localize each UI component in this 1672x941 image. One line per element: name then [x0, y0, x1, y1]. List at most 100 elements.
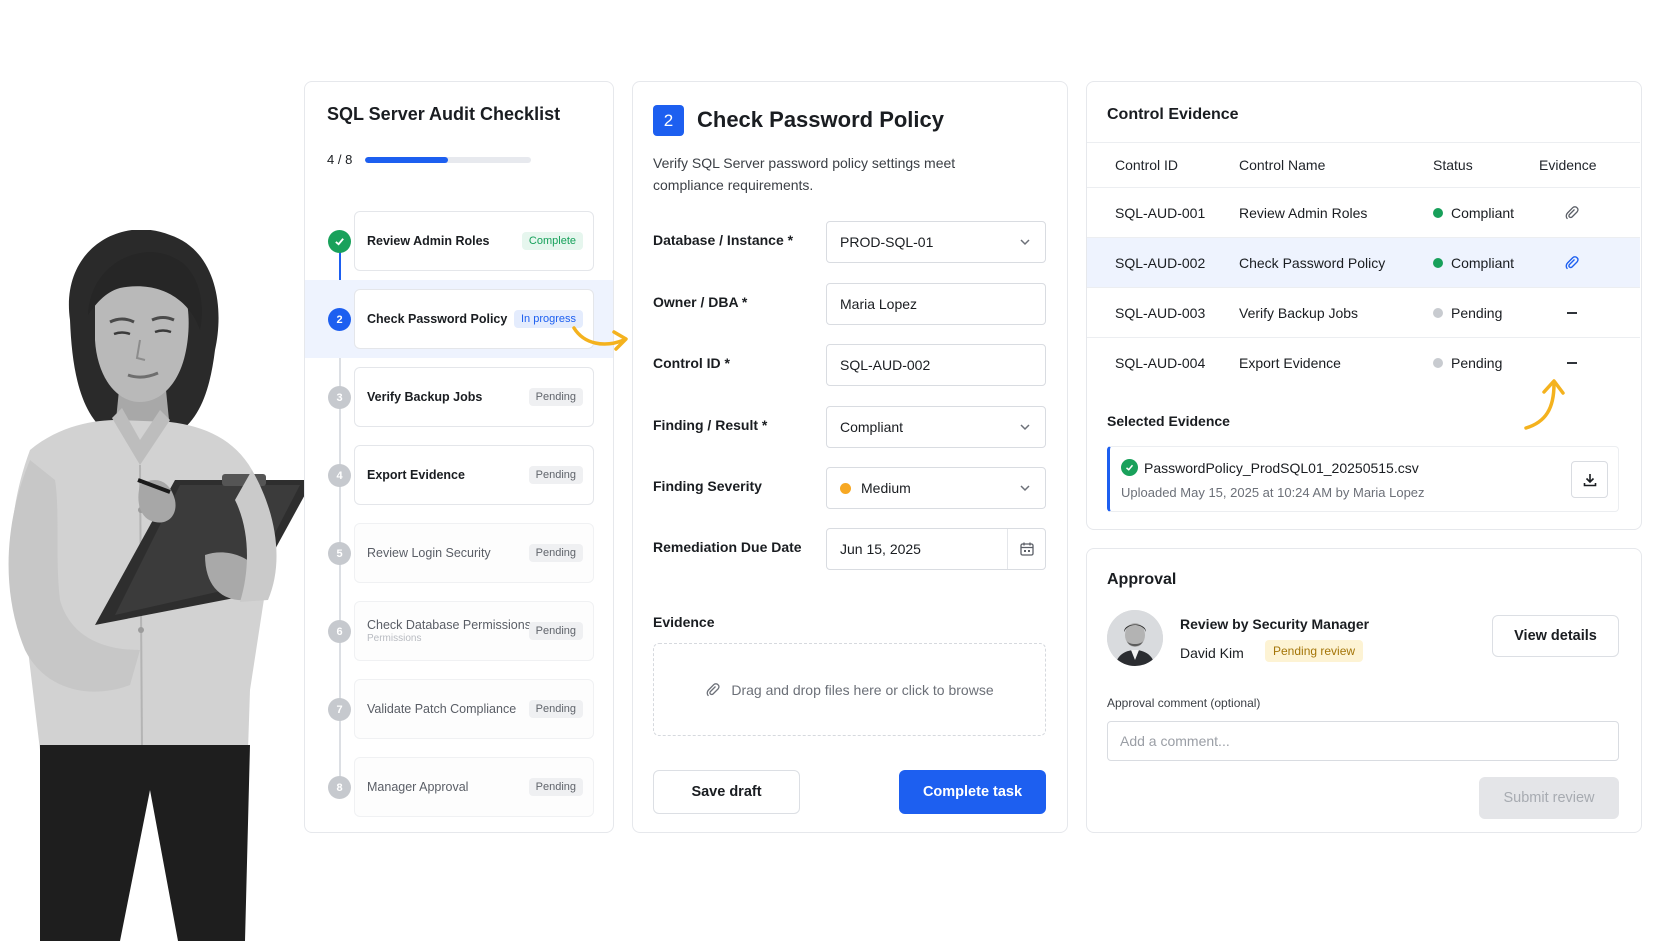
control-id-cell: SQL-AUD-004: [1115, 354, 1206, 371]
status-cell: Pending: [1433, 338, 1502, 387]
file-name-text: PasswordPolicy_ProdSQL01_20250515.csv: [1144, 459, 1419, 476]
control-id-value: SQL-AUD-002: [840, 357, 931, 373]
status-cell: Compliant: [1433, 238, 1514, 287]
checklist-step-verify-backup-jobs[interactable]: 3 Verify Backup Jobs Pending: [305, 358, 613, 436]
severity-select[interactable]: Medium: [826, 467, 1046, 509]
checklist-step-box: Review Login Security Pending: [354, 523, 594, 583]
control-evidence-title: Control Evidence: [1107, 106, 1239, 123]
check-icon: [328, 230, 351, 253]
checklist-step-box: Check Database Permissions Permissions Pe…: [354, 601, 594, 661]
database-label: Database / Instance *: [653, 232, 794, 248]
checklist-step-box: Check Password Policy In progress: [354, 289, 594, 349]
status-badge: Complete: [521, 232, 583, 250]
status-badge: Pending: [528, 388, 583, 406]
chevron-down-icon: [1020, 485, 1030, 492]
status-dot-icon: [1433, 357, 1443, 368]
status-badge: Pending: [528, 700, 583, 718]
status-cell: Pending: [1433, 288, 1502, 337]
column-header: Control Name: [1239, 157, 1326, 173]
severity-dot-icon: [840, 482, 851, 494]
severity-value: Medium: [861, 480, 911, 496]
checklist-step-review-admin-roles[interactable]: Review Admin Roles Complete: [305, 202, 613, 280]
control-evidence-table: Control ID Control Name Status Evidence …: [1087, 142, 1640, 387]
step-number: 4: [328, 464, 351, 487]
severity-label: Finding Severity: [653, 478, 762, 494]
view-details-button[interactable]: View details: [1492, 615, 1619, 657]
checklist-step-export-evidence[interactable]: 4 Export Evidence Pending: [305, 436, 613, 514]
approver-role: Review by Security Manager: [1180, 616, 1370, 632]
checklist-step-label-ghost: Permissions: [367, 633, 422, 644]
submit-review-button[interactable]: Submit review: [1479, 777, 1619, 819]
chevron-down-icon: [1020, 424, 1030, 431]
checklist-step-box: Verify Backup Jobs Pending: [354, 367, 594, 427]
control-name-cell: Verify Backup Jobs: [1239, 304, 1359, 321]
status-badge: Pending: [528, 622, 583, 640]
table-row[interactable]: SQL-AUD-003 Verify Backup Jobs Pending: [1087, 287, 1640, 337]
paperclip-icon: [706, 682, 720, 696]
status-text: Pending: [1451, 354, 1503, 371]
checklist-step-box: Validate Patch Compliance Pending: [354, 679, 594, 739]
evidence-label: Evidence: [653, 614, 715, 630]
control-name-cell: Export Evidence: [1239, 354, 1341, 371]
download-button[interactable]: [1571, 461, 1608, 498]
checklist-progress-text: 4 / 8: [327, 152, 353, 167]
control-id-cell: SQL-AUD-002: [1115, 254, 1206, 271]
status-badge: Pending: [528, 466, 583, 484]
checklist-step-validate-patch-compliance[interactable]: 7 Validate Patch Compliance Pending: [305, 670, 613, 748]
table-row[interactable]: SQL-AUD-001 Review Admin Roles Compliant: [1087, 187, 1640, 237]
checklist-step-label-text: Check Database Permissions: [367, 618, 531, 632]
checklist-step-review-login-security[interactable]: 5 Review Login Security Pending: [305, 514, 613, 592]
checklist-step-box: Export Evidence Pending: [354, 445, 594, 505]
paperclip-icon[interactable]: [1552, 188, 1592, 237]
column-header: Status: [1433, 157, 1473, 173]
approval-card: Approval Review by Security Manager Davi…: [1086, 548, 1642, 833]
due-date-label: Remediation Due Date: [653, 539, 802, 555]
save-draft-button[interactable]: Save draft: [653, 770, 800, 814]
evidence-dropzone[interactable]: Drag and drop files here or click to bro…: [653, 643, 1046, 736]
status-badge: Pending: [528, 544, 583, 562]
checklist-step-label: Check Password Policy: [367, 312, 508, 326]
table-row-selected[interactable]: SQL-AUD-002 Check Password Policy Compli…: [1087, 237, 1640, 287]
task-form-card: 2 Check Password Policy Verify SQL Serve…: [632, 81, 1068, 833]
checklist-progress-bar: [365, 157, 531, 163]
checklist-title: SQL Server Audit Checklist: [327, 104, 561, 124]
file-name: PasswordPolicy_ProdSQL01_20250515.csv: [1121, 459, 1419, 476]
check-circle-icon: [1121, 459, 1138, 476]
checklist-step-label: Check Database Permissions Permissions: [367, 618, 531, 644]
curved-arrow-icon: [572, 326, 628, 351]
task-title: Check Password Policy: [697, 107, 944, 132]
step-number: 7: [328, 698, 351, 721]
finding-select[interactable]: Compliant: [826, 406, 1046, 448]
checklist-steps: Review Admin Roles Complete 2 Check Pass…: [305, 202, 613, 826]
step-number: 2: [328, 308, 351, 331]
calendar-icon[interactable]: [1007, 529, 1045, 569]
table-header-row: Control ID Control Name Status Evidence: [1087, 142, 1640, 187]
approval-title: Approval: [1107, 571, 1177, 588]
checklist-step-check-database-permissions[interactable]: 6 Check Database Permissions Permissions …: [305, 592, 613, 670]
approval-comment-input[interactable]: [1107, 721, 1619, 761]
step-number: 6: [328, 620, 351, 643]
selected-evidence-file: PasswordPolicy_ProdSQL01_20250515.csv Up…: [1107, 446, 1619, 512]
checklist-step-label: Verify Backup Jobs: [367, 390, 483, 404]
chevron-down-icon: [1020, 239, 1030, 246]
checklist-step-check-password-policy[interactable]: 2 Check Password Policy In progress: [305, 280, 613, 358]
finding-label: Finding / Result *: [653, 417, 768, 433]
control-id-label: Control ID *: [653, 355, 730, 371]
avatar: [1107, 610, 1163, 666]
audit-checklist-card: SQL Server Audit Checklist 4 / 8 Review …: [304, 81, 614, 833]
due-date-value: Jun 15, 2025: [840, 541, 921, 557]
owner-field[interactable]: Maria Lopez: [826, 283, 1046, 325]
owner-label: Owner / DBA *: [653, 294, 748, 310]
paperclip-icon[interactable]: [1552, 238, 1592, 287]
task-description: Verify SQL Server password policy settin…: [653, 155, 956, 193]
due-date-field[interactable]: Jun 15, 2025: [826, 528, 1046, 570]
checklist-step-manager-approval[interactable]: 8 Manager Approval Pending: [305, 748, 613, 826]
database-select[interactable]: PROD-SQL-01: [826, 221, 1046, 263]
complete-task-button[interactable]: Complete task: [899, 770, 1046, 814]
status-dot-icon: [1433, 307, 1443, 318]
no-evidence-dash-icon: [1552, 288, 1592, 337]
control-id-cell: SQL-AUD-001: [1115, 204, 1206, 221]
control-id-field[interactable]: SQL-AUD-002: [826, 344, 1046, 386]
step-number-badge: 2: [653, 105, 684, 136]
status-text: Compliant: [1451, 254, 1515, 271]
